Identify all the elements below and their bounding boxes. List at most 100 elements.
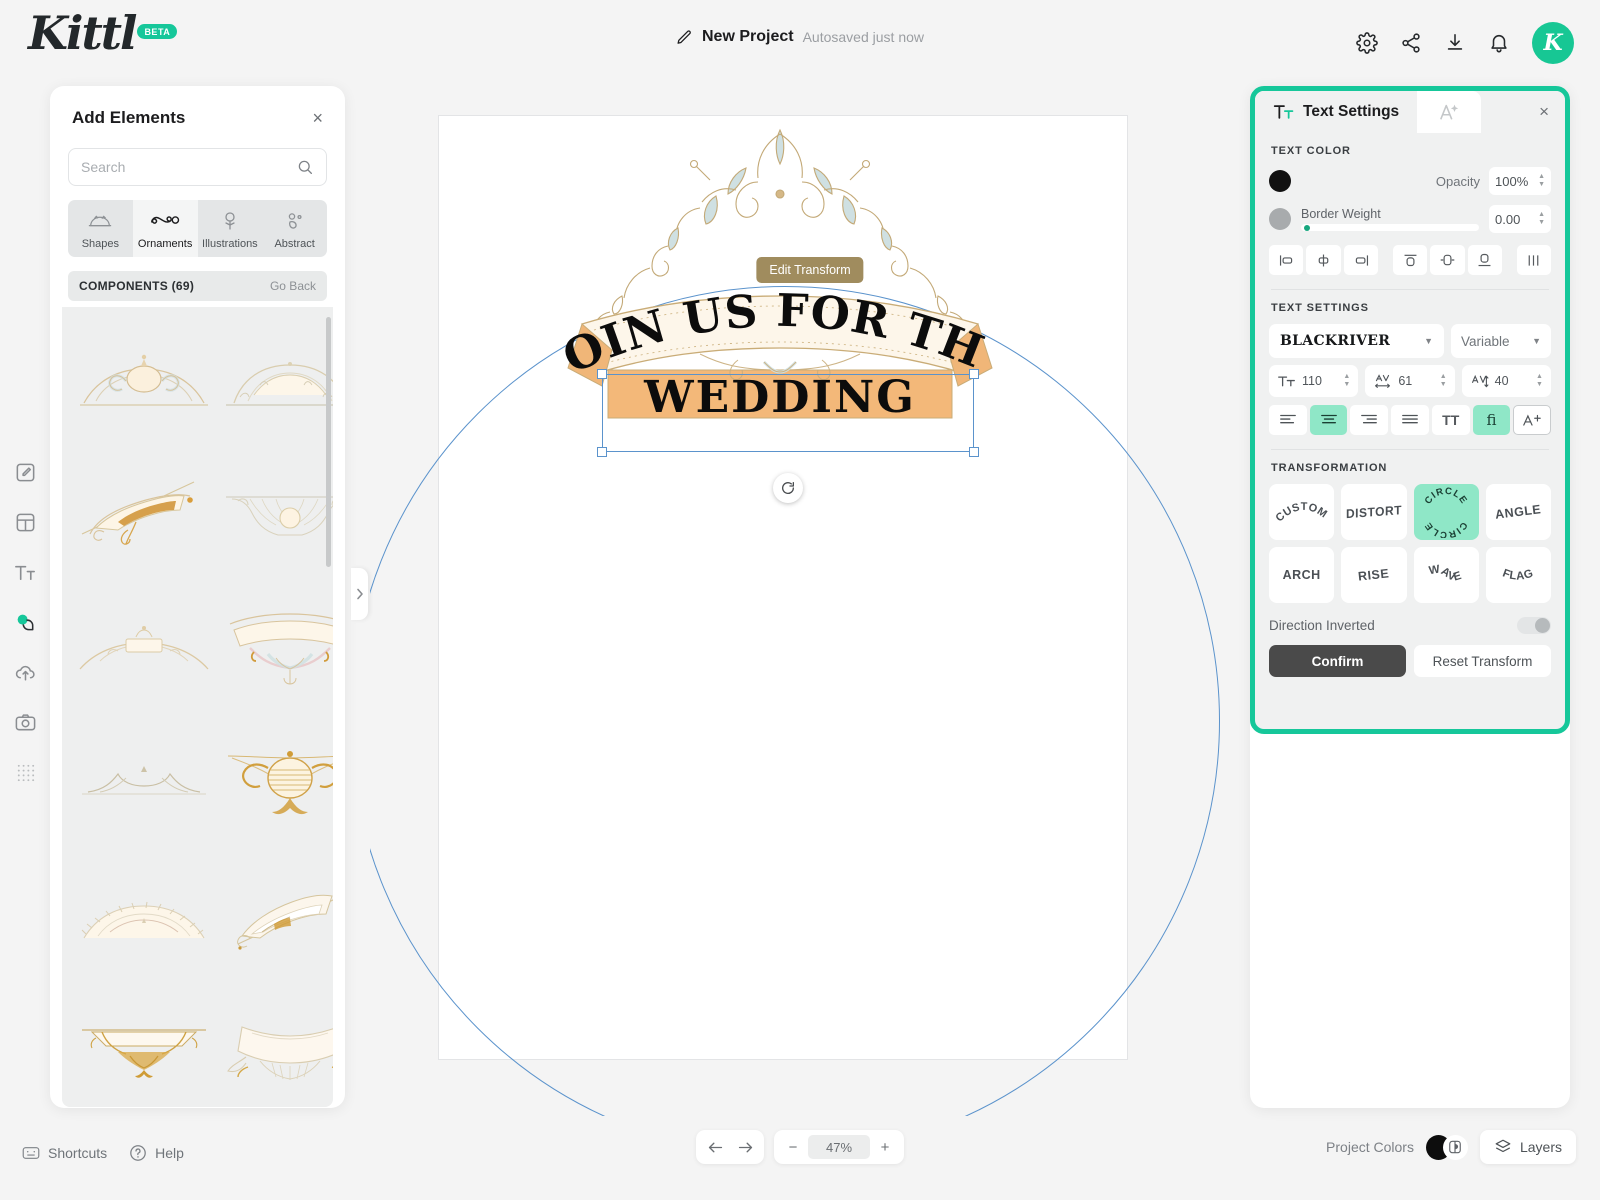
border-weight-slider[interactable] xyxy=(1301,224,1479,231)
transform-rise[interactable]: RISE xyxy=(1341,547,1407,603)
align-text-left-icon[interactable] xyxy=(1269,405,1307,435)
redo-icon[interactable] xyxy=(730,1133,760,1161)
edit-transform-badge[interactable]: Edit Transform xyxy=(756,257,864,283)
close-icon[interactable]: × xyxy=(312,109,323,127)
selection-bounding-box[interactable] xyxy=(597,369,979,503)
transform-wave[interactable]: WAVE xyxy=(1413,547,1479,603)
text-icon[interactable] xyxy=(10,557,40,587)
close-icon[interactable]: × xyxy=(1539,102,1549,122)
opacity-stepper[interactable]: ▲ ▼ xyxy=(1538,173,1545,188)
edit-icon[interactable] xyxy=(10,457,40,487)
resize-handle-top-left[interactable] xyxy=(597,369,607,379)
search-input[interactable] xyxy=(81,159,296,175)
component-thumbnail[interactable] xyxy=(74,317,214,445)
zoom-out-button[interactable]: − xyxy=(778,1133,808,1161)
templates-icon[interactable] xyxy=(10,507,40,537)
component-thumbnail[interactable] xyxy=(220,451,333,579)
component-thumbnail[interactable] xyxy=(220,987,333,1107)
align-right-icon[interactable] xyxy=(1343,245,1379,275)
align-bottom-icon[interactable] xyxy=(1467,245,1503,275)
resize-handle-bottom-left[interactable] xyxy=(597,447,607,457)
align-left-icon[interactable] xyxy=(1269,245,1304,275)
align-text-justify-icon[interactable] xyxy=(1391,405,1429,435)
transform-arch[interactable]: ARCH xyxy=(1269,547,1335,603)
transform-circle[interactable]: CIRCLE CIRCLE xyxy=(1413,484,1479,540)
align-text-right-icon[interactable] xyxy=(1350,405,1389,435)
project-color-palette[interactable] xyxy=(1442,1134,1468,1160)
panel-collapse-handle[interactable] xyxy=(351,568,368,620)
component-thumbnail[interactable] xyxy=(74,853,214,981)
undo-icon[interactable] xyxy=(700,1133,730,1161)
category-shapes[interactable]: Shapes xyxy=(68,200,133,257)
uppercase-icon[interactable]: TT xyxy=(1431,405,1470,435)
align-text-center-icon[interactable] xyxy=(1309,405,1348,435)
border-weight-stepper[interactable]: ▲ ▼ xyxy=(1538,211,1545,226)
search-box[interactable] xyxy=(68,148,327,186)
direction-inverted-toggle[interactable] xyxy=(1517,617,1551,634)
shortcuts-button[interactable]: Shortcuts xyxy=(22,1144,107,1162)
align-top-icon[interactable] xyxy=(1392,245,1428,275)
elements-icon[interactable] xyxy=(10,607,40,637)
add-font-icon[interactable] xyxy=(1513,405,1552,435)
resize-handle-top-right[interactable] xyxy=(969,369,979,379)
avatar[interactable]: K xyxy=(1532,22,1574,64)
share-icon[interactable] xyxy=(1400,32,1422,54)
confirm-button[interactable]: Confirm xyxy=(1269,645,1406,677)
category-abstract[interactable]: Abstract xyxy=(262,200,327,257)
component-thumbnail[interactable] xyxy=(74,719,214,847)
line-height-stepper[interactable]: ▲ ▼ xyxy=(1536,373,1543,388)
align-center-horizontal-icon[interactable] xyxy=(1306,245,1341,275)
resize-handle-bottom-right[interactable] xyxy=(969,447,979,457)
download-icon[interactable] xyxy=(1444,32,1466,54)
reset-transform-button[interactable]: Reset Transform xyxy=(1414,645,1551,677)
line-height-field[interactable]: 40 ▲ ▼ xyxy=(1461,365,1551,397)
text-settings-label: TEXT SETTINGS xyxy=(1271,302,1369,314)
transform-flag[interactable]: FLAG xyxy=(1485,547,1551,603)
photos-icon[interactable] xyxy=(10,707,40,737)
tab-effects[interactable] xyxy=(1417,91,1482,133)
component-thumbnail[interactable] xyxy=(220,317,333,445)
gear-icon[interactable] xyxy=(1356,32,1378,54)
font-variant-select[interactable]: Variable ▼ xyxy=(1451,324,1551,358)
help-button[interactable]: Help xyxy=(129,1144,184,1162)
zoom-in-button[interactable]: + xyxy=(870,1133,900,1161)
project-title-group[interactable]: New Project Autosaved just now xyxy=(676,28,924,46)
text-color-swatch[interactable] xyxy=(1269,170,1291,192)
component-thumbnail[interactable] xyxy=(220,585,333,713)
rotate-handle[interactable] xyxy=(773,473,803,503)
upload-icon[interactable] xyxy=(10,657,40,687)
font-size-field[interactable]: 110 ▲ ▼ xyxy=(1269,365,1359,397)
category-ornaments[interactable]: Ornaments xyxy=(132,200,198,257)
opacity-field[interactable]: 100% ▲ ▼ xyxy=(1489,167,1551,195)
tab-text-settings[interactable]: Text Settings xyxy=(1255,91,1418,133)
layers-button[interactable]: Layers xyxy=(1479,1130,1576,1164)
font-family-select[interactable]: BLACKRIVER ▼ xyxy=(1269,324,1444,358)
component-thumbnail[interactable] xyxy=(74,451,214,579)
zoom-value[interactable]: 47% xyxy=(808,1135,870,1159)
border-weight-field[interactable]: 0.00 ▲ ▼ xyxy=(1489,205,1551,233)
slider-thumb[interactable] xyxy=(1304,225,1310,231)
go-back-link[interactable]: Go Back xyxy=(270,279,316,293)
component-thumbnail[interactable] xyxy=(74,585,214,713)
category-illustrations[interactable]: Illustrations xyxy=(197,200,263,257)
align-middle-vertical-icon[interactable] xyxy=(1430,245,1465,275)
grid-icon[interactable] xyxy=(10,757,40,787)
canvas-area[interactable]: JOIN US FOR THE WEDDING Edit Transform xyxy=(370,86,1250,1116)
distribute-icon[interactable] xyxy=(1516,245,1552,275)
component-thumbnail[interactable] xyxy=(74,987,214,1107)
ligature-icon[interactable]: fi xyxy=(1472,405,1511,435)
transform-angle[interactable]: ANGLE xyxy=(1485,484,1551,540)
component-thumbnail[interactable] xyxy=(220,853,333,981)
component-thumbnail[interactable] xyxy=(220,719,333,847)
letter-spacing-field[interactable]: 61 ▲ ▼ xyxy=(1365,365,1455,397)
project-name[interactable]: New Project xyxy=(702,28,794,46)
border-weight-control[interactable]: Border Weight xyxy=(1301,207,1479,231)
transform-custom[interactable]: CUSTOM xyxy=(1269,484,1335,540)
font-size-stepper[interactable]: ▲ ▼ xyxy=(1343,373,1350,388)
panel-scrollbar[interactable] xyxy=(326,317,331,567)
border-color-swatch[interactable] xyxy=(1269,208,1291,230)
transform-distort[interactable]: DISTORT xyxy=(1341,484,1407,540)
app-logo[interactable]: Kittl BETA xyxy=(28,10,178,56)
letter-spacing-stepper[interactable]: ▲ ▼ xyxy=(1440,373,1447,388)
bell-icon[interactable] xyxy=(1488,32,1510,54)
